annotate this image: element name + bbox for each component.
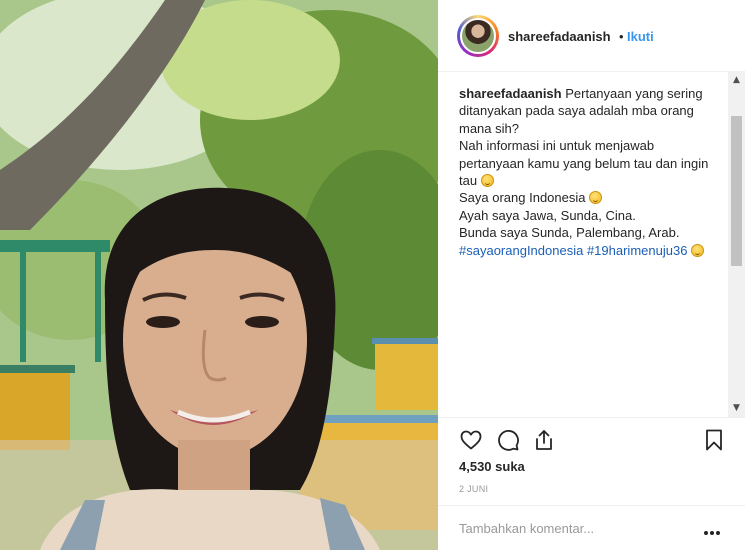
caption-line: Pertanyaan yang sering (565, 86, 703, 101)
more-options-icon[interactable] (704, 522, 722, 535)
post-details-panel: shareefadaanish • Ikuti shareefadaanish … (438, 0, 745, 550)
post-photo[interactable] (0, 0, 438, 550)
post-header: shareefadaanish • Ikuti (438, 0, 745, 72)
caption-line: Nah informasi ini untuk menjawab (459, 138, 655, 154)
smiling-face-emoji-icon (589, 191, 603, 205)
post-date[interactable]: 2 JUNI (459, 484, 488, 494)
share-icon[interactable] (532, 428, 556, 452)
caption-line: pertanyaan kamu yang belum tau dan ingin (459, 155, 709, 171)
caption-line: ditanyakan pada saya adalah mba orang (459, 103, 694, 119)
scroll-down-arrow-icon[interactable]: ▼ (728, 400, 745, 417)
caption-line: Bunda saya Sunda, Palembang, Arab. (459, 225, 680, 241)
scroll-up-arrow-icon[interactable]: ▲ (728, 72, 745, 89)
comment-input[interactable] (459, 518, 689, 538)
avatar[interactable] (460, 18, 496, 54)
actions-divider (438, 417, 745, 418)
profile-avatar-ring[interactable] (457, 15, 499, 57)
likes-count[interactable]: 4,530 suka (459, 459, 525, 474)
grinning-face-emoji-icon (480, 174, 494, 188)
post-caption: shareefadaanish Pertanyaan yang sering d… (459, 85, 721, 259)
hashtag-link[interactable]: #19harimenuju36 (587, 243, 687, 258)
comment-icon[interactable] (496, 428, 520, 452)
caption-line: Ayah saya Jawa, Sunda, Cina. (459, 207, 636, 223)
follow-button[interactable]: Ikuti (627, 29, 654, 44)
comment-bar (438, 505, 745, 550)
caption-username-link[interactable]: shareefadaanish (459, 86, 562, 101)
caption-line: mana sih? (459, 120, 519, 136)
heart-icon[interactable] (459, 428, 483, 452)
caption-scrollbar[interactable]: ▲ ▼ (728, 72, 745, 417)
photo-illustration (0, 0, 438, 550)
caption-line: Saya orang Indonesia (459, 190, 586, 206)
header-separator: • (619, 29, 624, 44)
caption-line: tau (459, 173, 478, 189)
bookmark-icon[interactable] (702, 428, 726, 452)
post-actions (457, 428, 727, 452)
hashtag-link[interactable]: #sayaorangIndonesia (459, 243, 583, 258)
grinning-face-emoji-icon (691, 243, 705, 257)
header-username-link[interactable]: shareefadaanish (508, 29, 611, 44)
scrollbar-thumb[interactable] (731, 116, 742, 266)
